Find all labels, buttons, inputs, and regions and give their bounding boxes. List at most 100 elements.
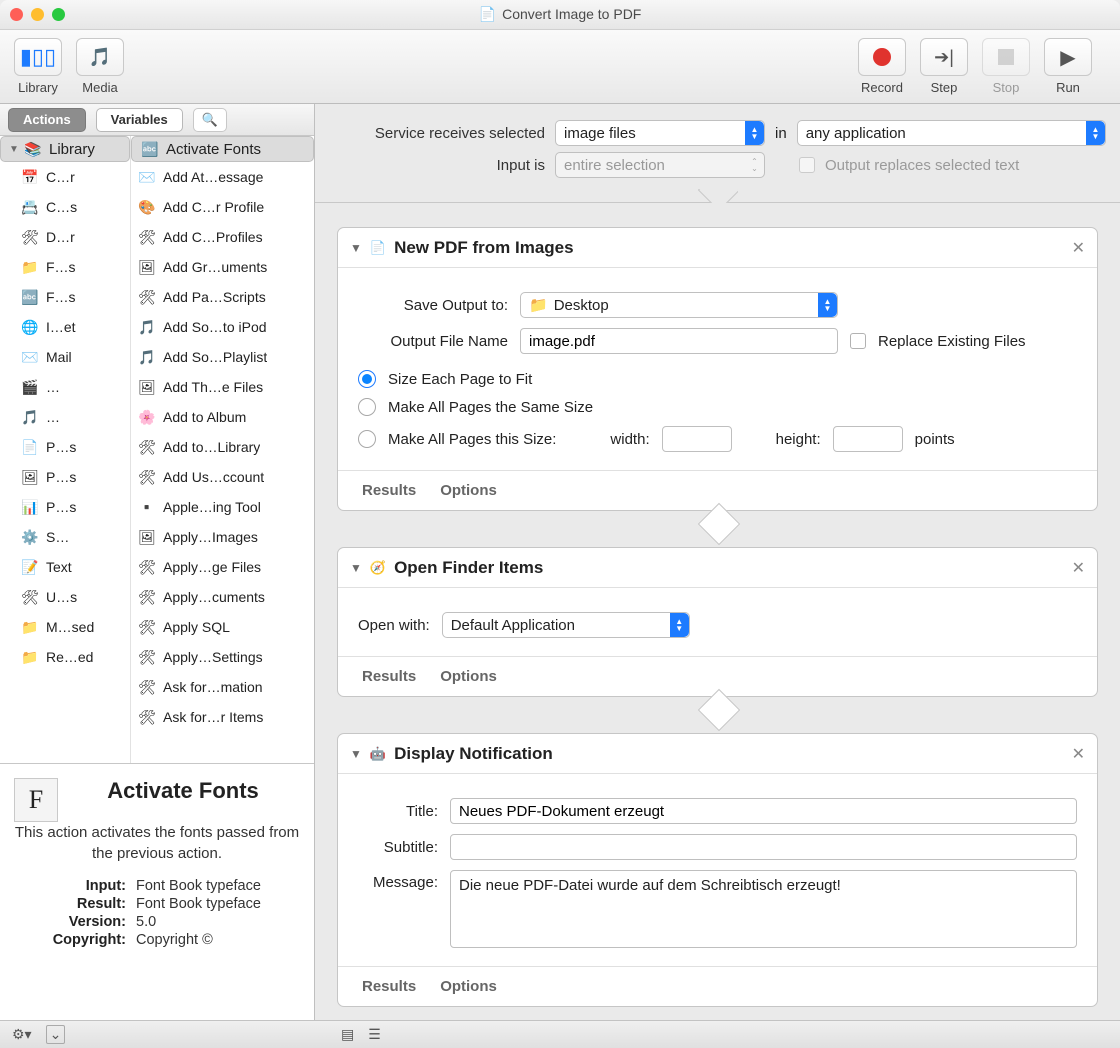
workflow-view-icon[interactable]: ☰ [368, 1026, 381, 1043]
width-input[interactable] [662, 426, 732, 452]
category-item[interactable]: 📝Text [0, 552, 130, 582]
gear-icon[interactable]: ⚙︎▾ [12, 1026, 32, 1043]
notify-title-input[interactable] [450, 798, 1077, 824]
open-with-select[interactable]: Default Application▲▼ [442, 612, 690, 638]
category-item[interactable]: 📁F…s [0, 252, 130, 282]
remove-step-button[interactable]: ✕ [1072, 238, 1085, 258]
category-item[interactable]: 🛠D…r [0, 222, 130, 252]
action-item[interactable]: 🛠Add to…Library [131, 432, 314, 462]
action-item[interactable]: 🖼Add Th…e Files [131, 372, 314, 402]
notify-message-input[interactable]: Die neue PDF-Datei wurde auf dem Schreib… [450, 870, 1077, 948]
options-button[interactable]: Options [440, 668, 497, 685]
remove-step-button[interactable]: ✕ [1072, 744, 1085, 764]
tab-actions[interactable]: Actions [8, 108, 86, 132]
action-info: F Activate Fonts This action activates t… [0, 764, 314, 1020]
step-button[interactable]: ➔| Step [920, 38, 968, 95]
record-icon [873, 48, 891, 66]
output-filename-label: Output File Name [358, 333, 508, 350]
action-item[interactable]: 🎨Add C…r Profile [131, 192, 314, 222]
action-item[interactable]: 🛠Apply…Settings [131, 642, 314, 672]
action-item[interactable]: 🛠Add C…Profiles [131, 222, 314, 252]
workflow-step-new-pdf[interactable]: ▼ 📄 New PDF from Images ✕ Save Output to… [337, 227, 1098, 511]
library-toggle-button[interactable]: ▮▯▯ Library [14, 38, 62, 95]
results-button[interactable]: Results [362, 978, 416, 995]
action-item[interactable]: ✉️Add At…essage [131, 162, 314, 192]
workflow-step-display-notification[interactable]: ▼ 🤖 Display Notification ✕ Title: Subtit… [337, 733, 1098, 1007]
workflow-canvas[interactable]: ▼ 📄 New PDF from Images ✕ Save Output to… [315, 203, 1120, 1020]
options-button[interactable]: Options [440, 482, 497, 499]
results-button[interactable]: Results [362, 668, 416, 685]
action-item[interactable]: 🛠Apply…cuments [131, 582, 314, 612]
radio-label: Make All Pages this Size: [388, 431, 556, 448]
category-item[interactable]: 🛠U…s [0, 582, 130, 612]
media-label: Media [82, 80, 117, 95]
radio-label: Size Each Page to Fit [388, 371, 532, 388]
run-label: Run [1056, 80, 1080, 95]
category-item[interactable]: ✉️Mail [0, 342, 130, 372]
category-item[interactable]: 🎬… [0, 372, 130, 402]
page-size-radio-fit[interactable] [358, 370, 376, 388]
replace-existing-checkbox[interactable] [850, 333, 866, 349]
action-item[interactable]: 🛠Ask for…mation [131, 672, 314, 702]
record-button[interactable]: Record [858, 38, 906, 95]
category-item[interactable]: 📇C…s [0, 192, 130, 222]
action-item[interactable]: 🎵Add So…to iPod [131, 312, 314, 342]
actions-list[interactable]: 🔤Activate Fonts ✉️Add At…essage 🎨Add C…r… [131, 136, 314, 763]
category-item[interactable]: 📁Re…ed [0, 642, 130, 672]
action-item[interactable]: 🛠Add Pa…Scripts [131, 282, 314, 312]
search-field[interactable]: 🔍 [193, 108, 227, 132]
in-application-select[interactable]: any application▲▼ [797, 120, 1106, 146]
page-size-radio-custom[interactable] [358, 430, 376, 448]
action-item[interactable]: 🛠Apply SQL [131, 612, 314, 642]
units-label: points [915, 431, 955, 448]
disclosure-icon[interactable]: ▼ [350, 747, 362, 761]
log-view-icon[interactable]: ▤ [341, 1026, 354, 1043]
results-button[interactable]: Results [362, 482, 416, 499]
action-item[interactable]: 🖼Apply…Images [131, 522, 314, 552]
library-root[interactable]: ▼📚Library [0, 136, 130, 162]
stop-button: Stop [982, 38, 1030, 95]
action-icon: 🛠 [137, 557, 157, 577]
action-item[interactable]: ▪️Apple…ing Tool [131, 492, 314, 522]
caret-toggle-icon[interactable]: ⌄ [46, 1025, 66, 1044]
service-receives-select[interactable]: image files▲▼ [555, 120, 765, 146]
category-item[interactable]: 📄P…s [0, 432, 130, 462]
action-item[interactable]: 🌸Add to Album [131, 402, 314, 432]
workflow-step-open-finder[interactable]: ▼ 🧭 Open Finder Items ✕ Open with: Defau… [337, 547, 1098, 697]
toolbar: ▮▯▯ Library 🎵 Media Record ➔| Step Stop … [0, 30, 1120, 104]
action-item[interactable]: 🛠Apply…ge Files [131, 552, 314, 582]
height-input[interactable] [833, 426, 903, 452]
run-button[interactable]: ▶ Run [1044, 38, 1092, 95]
tab-variables[interactable]: Variables [96, 108, 183, 132]
category-item[interactable]: ⚙️S… [0, 522, 130, 552]
action-item[interactable]: 🖼Add Gr…uments [131, 252, 314, 282]
save-output-select[interactable]: 📁Desktop▲▼ [520, 292, 838, 318]
category-item[interactable]: 🖼P…s [0, 462, 130, 492]
library-categories[interactable]: ▼📚Library 📅C…r 📇C…s 🛠D…r 📁F…s 🔤F…s 🌐I…et… [0, 136, 131, 763]
notify-subtitle-input[interactable] [450, 834, 1077, 860]
disclosure-icon[interactable]: ▼ [350, 241, 362, 255]
output-filename-input[interactable] [520, 328, 838, 354]
disclosure-icon[interactable]: ▼ [350, 561, 362, 575]
action-item[interactable]: 🎵Add So…Playlist [131, 342, 314, 372]
action-item[interactable]: 🛠Ask for…r Items [131, 702, 314, 732]
page-size-radio-same[interactable] [358, 398, 376, 416]
category-item[interactable]: 🎵… [0, 402, 130, 432]
category-item[interactable]: 🔤F…s [0, 282, 130, 312]
media-button[interactable]: 🎵 Media [76, 38, 124, 95]
action-icon: 🛠 [137, 587, 157, 607]
action-icon: 🔤 [140, 139, 160, 159]
category-item[interactable]: 📁M…sed [0, 612, 130, 642]
library-tab-bar: Actions Variables 🔍 [0, 104, 314, 136]
finder-icon: 🧭 [370, 560, 386, 576]
action-item[interactable]: 🔤Activate Fonts [131, 136, 314, 162]
step-title: New PDF from Images [394, 238, 574, 258]
action-item[interactable]: 🛠Add Us…ccount [131, 462, 314, 492]
chevron-updown-icon: ▲▼ [745, 121, 764, 145]
remove-step-button[interactable]: ✕ [1072, 558, 1085, 578]
step-connector [325, 523, 1110, 541]
category-item[interactable]: 🌐I…et [0, 312, 130, 342]
options-button[interactable]: Options [440, 978, 497, 995]
category-item[interactable]: 📊P…s [0, 492, 130, 522]
category-item[interactable]: 📅C…r [0, 162, 130, 192]
